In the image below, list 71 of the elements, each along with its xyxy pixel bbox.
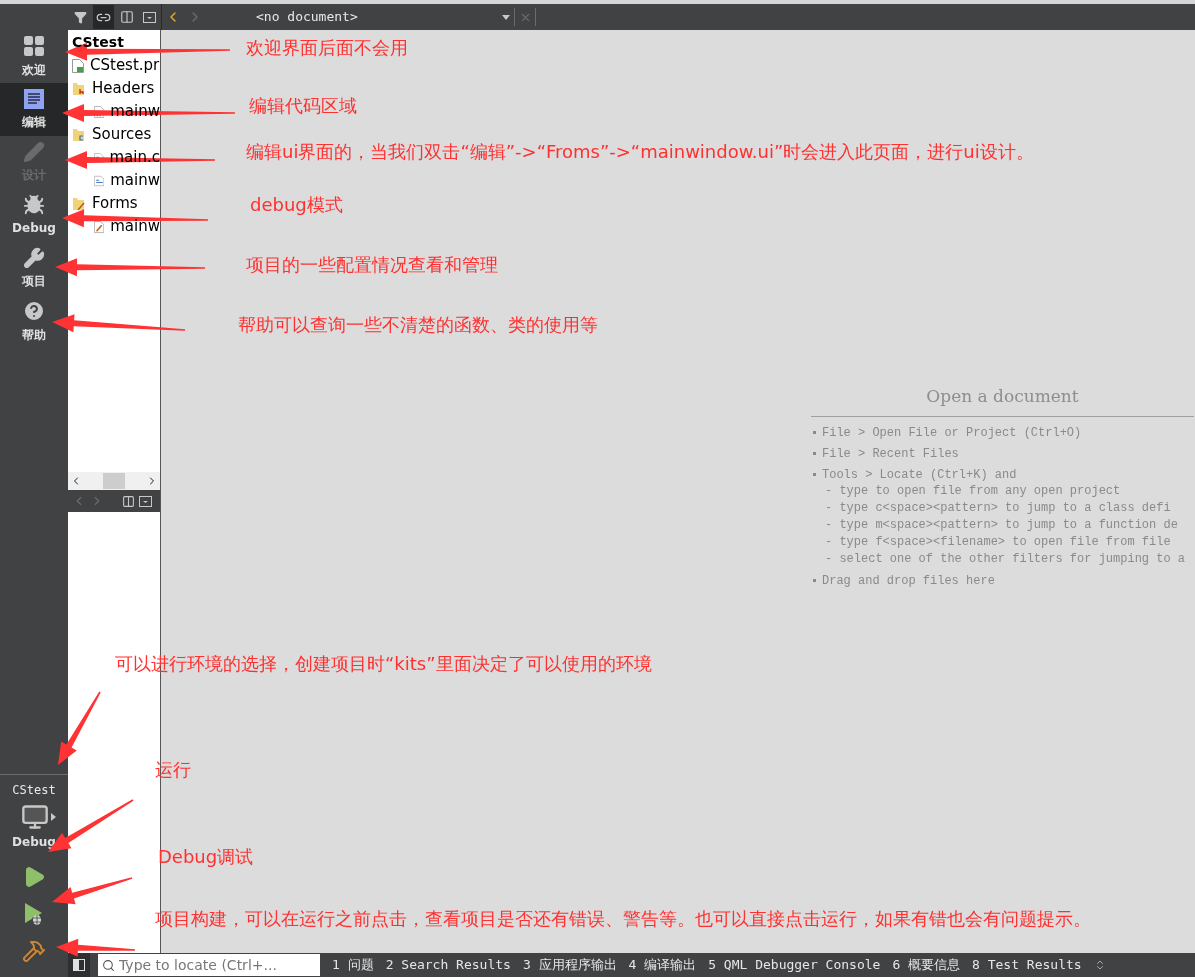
tree-item[interactable]: Sources	[92, 123, 152, 146]
grid-icon	[22, 34, 46, 58]
source-file-icon	[94, 173, 105, 188]
pencil-icon	[23, 141, 45, 163]
tree-item[interactable]: CStest.pr	[90, 54, 160, 77]
bullet-icon	[813, 579, 816, 582]
document-icon	[23, 88, 45, 110]
annotation-text: 编辑代码区域	[249, 95, 357, 117]
hint-text: - select one of the other filters for jumping to a	[824, 550, 1187, 568]
expand-icon	[50, 813, 56, 821]
hint-text: - type to open file from any open project	[824, 482, 1122, 500]
tree-item[interactable]: main.c	[109, 146, 160, 169]
bullet-icon	[813, 473, 816, 476]
project-file-icon	[72, 58, 84, 73]
locator-field[interactable]: Type to locate (Ctrl+...	[98, 954, 320, 976]
tree-item[interactable]: CStest	[72, 32, 124, 53]
output-pane-tab[interactable]: 1 问题	[332, 955, 374, 975]
tree-item[interactable]: mainw	[110, 169, 160, 192]
mode-button[interactable]: 编辑	[0, 83, 68, 136]
scrollbar-thumb[interactable]	[103, 473, 125, 489]
tree-item[interactable]: Headers	[92, 77, 155, 100]
folder-icon	[72, 81, 86, 96]
horizontal-scrollbar[interactable]	[68, 472, 160, 490]
annotation-text: debug模式	[250, 194, 343, 216]
search-icon	[102, 958, 115, 972]
output-pane-tab[interactable]: 4 编译输出	[628, 955, 697, 975]
annotation-text: 帮助可以查询一些不清楚的函数、类的使用等	[238, 314, 598, 336]
mode-button[interactable]: 帮助	[0, 295, 68, 348]
wrench-icon	[23, 247, 45, 269]
welcome-title: Open a document	[925, 385, 1080, 408]
filter-icon	[74, 10, 87, 24]
hint-text: Drag and drop files here	[822, 572, 995, 589]
hammer-icon[interactable]	[22, 939, 46, 963]
split-icon[interactable]	[122, 494, 135, 508]
bullet-icon	[813, 452, 816, 455]
kit-selector[interactable]	[20, 803, 56, 831]
tree-item[interactable]: mainw	[110, 215, 160, 238]
sidebar-toggle[interactable]	[68, 953, 90, 977]
hint-text: File > Open File or Project (Ctrl+O)	[822, 424, 1082, 441]
output-pane-tab[interactable]: 3 应用程序输出	[522, 955, 617, 975]
panel-close-icon	[143, 11, 156, 23]
annotation-text: 编辑ui界面的，当我们双击“编辑”->“Froms”->“mainwindow.ui”时会进入此页面，进行ui设计。	[246, 141, 1034, 163]
mode-button[interactable]: 欢迎	[0, 30, 68, 83]
output-pane-tab[interactable]: 6 概要信息	[892, 955, 961, 975]
folder-icon	[72, 127, 86, 142]
panel-close-icon[interactable]	[139, 495, 152, 507]
mode-button[interactable]: Debug	[0, 189, 68, 242]
annotation-text: 欢迎界面后面不会用	[246, 37, 408, 59]
sidebar-toggle-icon	[73, 959, 85, 971]
toolbar-button[interactable]	[93, 5, 114, 29]
folder-icon	[72, 196, 86, 211]
dropdown-icon	[502, 14, 510, 20]
split-icon	[119, 10, 134, 24]
form-file-icon	[94, 219, 105, 234]
hint-text: - type c<space><pattern> to jump to a class defi	[824, 499, 1172, 517]
bullet-icon	[813, 431, 816, 434]
bug-icon	[23, 194, 45, 216]
tree-item[interactable]: Forms	[92, 192, 138, 215]
annotation-text: 项目的一些配置情况查看和管理	[246, 254, 498, 276]
hint-text: File > Recent Files	[822, 445, 959, 462]
output-pane-tab[interactable]: 2 Search Results	[385, 955, 511, 975]
hint-text: - type f<space><filename> to open file from file	[824, 533, 1172, 551]
output-pane-tab[interactable]: 5 QML Debugger Console	[708, 955, 881, 975]
help-icon	[22, 299, 46, 323]
kit-project-label: CStest	[12, 782, 56, 799]
kit-build-label: Debug	[12, 834, 56, 851]
hint-text: - type m<space><pattern> to jump to a function de	[824, 516, 1179, 534]
monitor-icon	[20, 803, 49, 831]
hint-text: Tools > Locate (Ctrl+K) and	[822, 466, 1017, 483]
output-pane-tab[interactable]: 8 Test Results	[972, 955, 1082, 975]
mode-button[interactable]: 项目	[0, 242, 68, 295]
